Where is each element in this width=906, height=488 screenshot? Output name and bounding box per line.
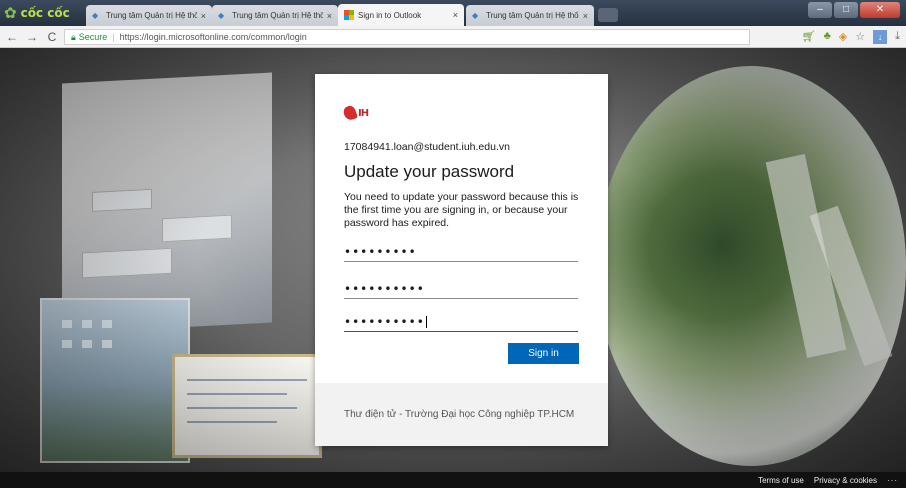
- download-icon[interactable]: ↓: [873, 30, 888, 44]
- tab-label: Trung tâm Quản trị Hệ thố: [232, 11, 323, 20]
- maximize-icon[interactable]: □: [834, 2, 858, 18]
- lock-icon: 🔒︎: [71, 31, 76, 42]
- iuh-logo-letters: IH: [358, 107, 369, 119]
- new-password-input[interactable]: ••••••••••: [344, 279, 578, 299]
- window-controls: – □ ✕: [808, 2, 900, 18]
- tab-label: Sign in to Outlook: [358, 10, 422, 20]
- current-password-value: •••••••••: [344, 244, 417, 259]
- address-url[interactable]: https://login.microsoftonline.com/common…: [120, 32, 307, 42]
- update-password-card: IH 17084941.loan@student.iuh.edu.vn Upda…: [315, 74, 608, 446]
- leaf-icon[interactable]: ♣: [824, 30, 831, 44]
- address-separator: |: [112, 32, 115, 42]
- more-options-icon[interactable]: ···: [887, 476, 898, 485]
- account-email: 17084941.loan@student.iuh.edu.vn: [344, 141, 510, 153]
- tab-close-icon[interactable]: ×: [453, 10, 458, 20]
- browser-toolbar: ← → C 🔒︎ Secure | https://login.microsof…: [0, 26, 906, 48]
- iuh-logo: IH: [341, 104, 384, 122]
- tab-close-icon[interactable]: ×: [201, 11, 206, 21]
- new-password-value: ••••••••••: [344, 281, 425, 296]
- address-bar[interactable]: 🔒︎ Secure | https://login.microsoftonlin…: [64, 29, 750, 45]
- reload-icon[interactable]: C: [44, 30, 60, 44]
- tab-favicon-icon: ◆: [218, 10, 225, 20]
- terms-of-use-link[interactable]: Terms of use: [758, 476, 804, 485]
- iuh-flame-icon: [341, 104, 359, 122]
- text-caret: [425, 315, 427, 328]
- card-footer: Thư điện tử - Trường Đại học Công nghiệp…: [315, 383, 608, 446]
- close-window-icon[interactable]: ✕: [860, 2, 900, 18]
- forward-arrow-icon[interactable]: →: [24, 30, 40, 44]
- tab-close-icon[interactable]: ×: [583, 11, 588, 21]
- current-password-input[interactable]: •••••••••: [344, 242, 578, 262]
- coccoc-logo-icon: ✿: [4, 4, 17, 22]
- back-arrow-icon[interactable]: ←: [4, 30, 20, 44]
- tab-favicon-icon: ◆: [92, 10, 99, 20]
- tab-sign-in-outlook[interactable]: Sign in to Outlook ×: [338, 4, 464, 26]
- star-icon[interactable]: ☆: [855, 30, 865, 44]
- tab-close-icon[interactable]: ×: [327, 11, 332, 21]
- update-password-description: You need to update your password because…: [344, 191, 579, 229]
- confirm-password-value: ••••••••••: [344, 314, 425, 329]
- tab-favicon-icon: ◆: [472, 10, 479, 20]
- tab-label: Trung tâm Quản trị Hệ thố: [486, 11, 579, 20]
- tab-iuh-admin-1[interactable]: ◆ Trung tâm Quản trị Hệ thố ×: [86, 5, 212, 26]
- download-arrow-icon[interactable]: ⤓: [895, 30, 900, 44]
- confirm-password-input[interactable]: ••••••••••: [344, 312, 578, 332]
- privacy-cookies-link[interactable]: Privacy & cookies: [814, 476, 877, 485]
- minimize-icon[interactable]: –: [808, 2, 832, 18]
- browser-titlebar: ✿ cốc cốc ◆ Trung tâm Quản trị Hệ thố × …: [0, 0, 906, 26]
- sign-in-button[interactable]: Sign in: [508, 343, 579, 364]
- cart-icon[interactable]: 🛒︎: [802, 30, 816, 44]
- shield-icon[interactable]: ◈: [839, 30, 847, 44]
- card-footer-text: Thư điện tử - Trường Đại học Công nghiệp…: [344, 409, 575, 420]
- tab-label: Trung tâm Quản trị Hệ thố: [106, 11, 197, 20]
- page-title: Update your password: [344, 162, 515, 181]
- page-footer: Terms of use Privacy & cookies ···: [0, 472, 906, 488]
- toolbar-icons: 🛒︎ ♣ ◈ ☆ ↓ ⤓: [802, 30, 900, 44]
- tab-iuh-admin-2[interactable]: ◆ Trung tâm Quản trị Hệ thố ×: [212, 5, 338, 26]
- tab-iuh-admin-3[interactable]: ◆ Trung tâm Quản trị Hệ thố ×: [466, 5, 594, 26]
- browser-brand[interactable]: ✿ cốc cốc: [4, 3, 82, 23]
- new-tab-button[interactable]: [598, 8, 618, 22]
- browser-brand-label: cốc cốc: [20, 6, 70, 20]
- secure-label: Secure: [78, 32, 108, 42]
- microsoft-favicon-icon: [344, 10, 354, 20]
